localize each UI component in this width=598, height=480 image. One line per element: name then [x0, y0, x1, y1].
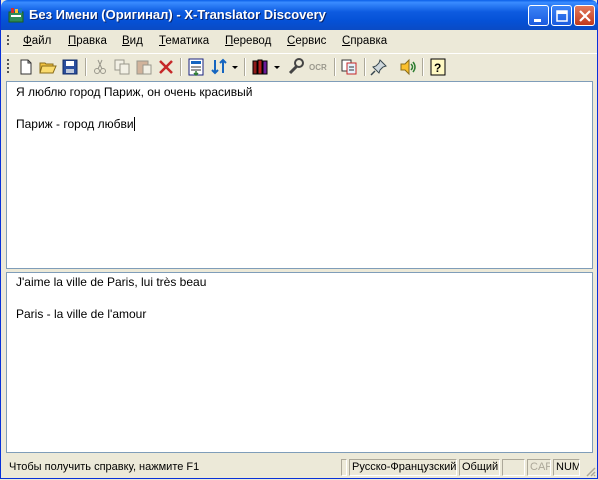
- menu-edit[interactable]: Правка: [68, 35, 107, 47]
- app-window: Без Имени (Оригинал) - X-Translator Disc…: [0, 0, 598, 479]
- toolbar-separator: [180, 58, 182, 76]
- translation-text-pane[interactable]: J'aime la ville de Paris, lui très beau …: [6, 272, 593, 453]
- translation-line: J'aime la ville de Paris, lui très beau: [16, 275, 207, 289]
- menu-file[interactable]: Файл: [23, 35, 51, 47]
- toolbar-separator: [85, 58, 87, 76]
- translation-line: Paris - la ville de l'amour: [16, 307, 147, 321]
- open-folder-icon[interactable]: [39, 58, 57, 76]
- maximize-button[interactable]: [551, 5, 572, 26]
- toolbar-separator: [422, 58, 424, 76]
- menu-tools[interactable]: Сервис: [287, 35, 326, 47]
- source-text-pane[interactable]: Я люблю город Париж, он очень красивый П…: [6, 81, 593, 269]
- translate-icon[interactable]: [187, 58, 205, 77]
- copy-icon[interactable]: [113, 58, 131, 76]
- speaker-icon[interactable]: [399, 58, 417, 76]
- dictionary-icon[interactable]: [251, 58, 269, 76]
- menu-help[interactable]: Справка: [342, 35, 387, 47]
- source-line: Я люблю город Париж, он очень красивый: [16, 85, 253, 99]
- document-pages-icon[interactable]: [340, 58, 358, 76]
- toolbar-separator: [244, 58, 246, 76]
- toolbar-grip[interactable]: [7, 59, 10, 75]
- toolbar-separator: [334, 58, 336, 76]
- help-icon[interactable]: ?: [429, 58, 447, 76]
- cut-icon[interactable]: [91, 58, 109, 76]
- settings-wrench-icon[interactable]: [287, 58, 305, 76]
- pin-icon[interactable]: [370, 58, 388, 76]
- save-icon[interactable]: [61, 58, 79, 76]
- num-lock-indicator: NUM: [553, 459, 580, 476]
- toolbar-separator: [364, 58, 366, 76]
- source-line: Париж - город любви: [16, 117, 134, 131]
- resize-grip-icon[interactable]: [584, 465, 596, 477]
- paste-icon[interactable]: [135, 58, 153, 76]
- delete-icon[interactable]: [157, 58, 175, 76]
- app-logo-icon[interactable]: [8, 7, 24, 23]
- dictionary-dropdown-icon[interactable]: [273, 58, 281, 76]
- status-panel-blank: [502, 459, 525, 476]
- status-message: Чтобы получить справку, нажмите F1: [9, 461, 200, 473]
- window-title: Без Имени (Оригинал) - X-Translator Disc…: [29, 7, 326, 22]
- minimize-icon: [534, 19, 541, 22]
- ocr-label: OCR: [309, 63, 327, 72]
- menu-view[interactable]: Вид: [122, 35, 143, 47]
- menu-subject[interactable]: Тематика: [159, 35, 209, 47]
- source-line-with-caret: Париж - город любви: [16, 117, 135, 131]
- menu-bar: Файл Правка Вид Тематика Перевод Сервис …: [2, 30, 597, 52]
- direction-dropdown-icon[interactable]: [231, 58, 239, 76]
- close-button[interactable]: [574, 5, 595, 26]
- caps-lock-indicator: CAP: [527, 459, 551, 476]
- toolbar: OCR ?: [2, 53, 597, 79]
- menu-translate[interactable]: Перевод: [225, 35, 271, 47]
- svg-text:?: ?: [434, 61, 441, 75]
- subject-indicator[interactable]: Общий: [459, 459, 500, 476]
- title-bar[interactable]: Без Имени (Оригинал) - X-Translator Disc…: [1, 0, 598, 30]
- status-panel-blank: [341, 459, 347, 476]
- maximize-icon: [556, 10, 568, 22]
- close-icon: [579, 10, 591, 22]
- text-caret: [133, 117, 135, 131]
- ocr-icon[interactable]: OCR: [309, 58, 329, 76]
- translation-direction[interactable]: Русско-Французский: [349, 459, 457, 476]
- minimize-button[interactable]: [528, 5, 549, 26]
- status-bar: Чтобы получить справку, нажмите F1 Русск…: [2, 456, 597, 478]
- direction-icon[interactable]: [210, 58, 228, 76]
- new-document-icon[interactable]: [17, 58, 35, 76]
- menubar-grip[interactable]: [7, 35, 10, 47]
